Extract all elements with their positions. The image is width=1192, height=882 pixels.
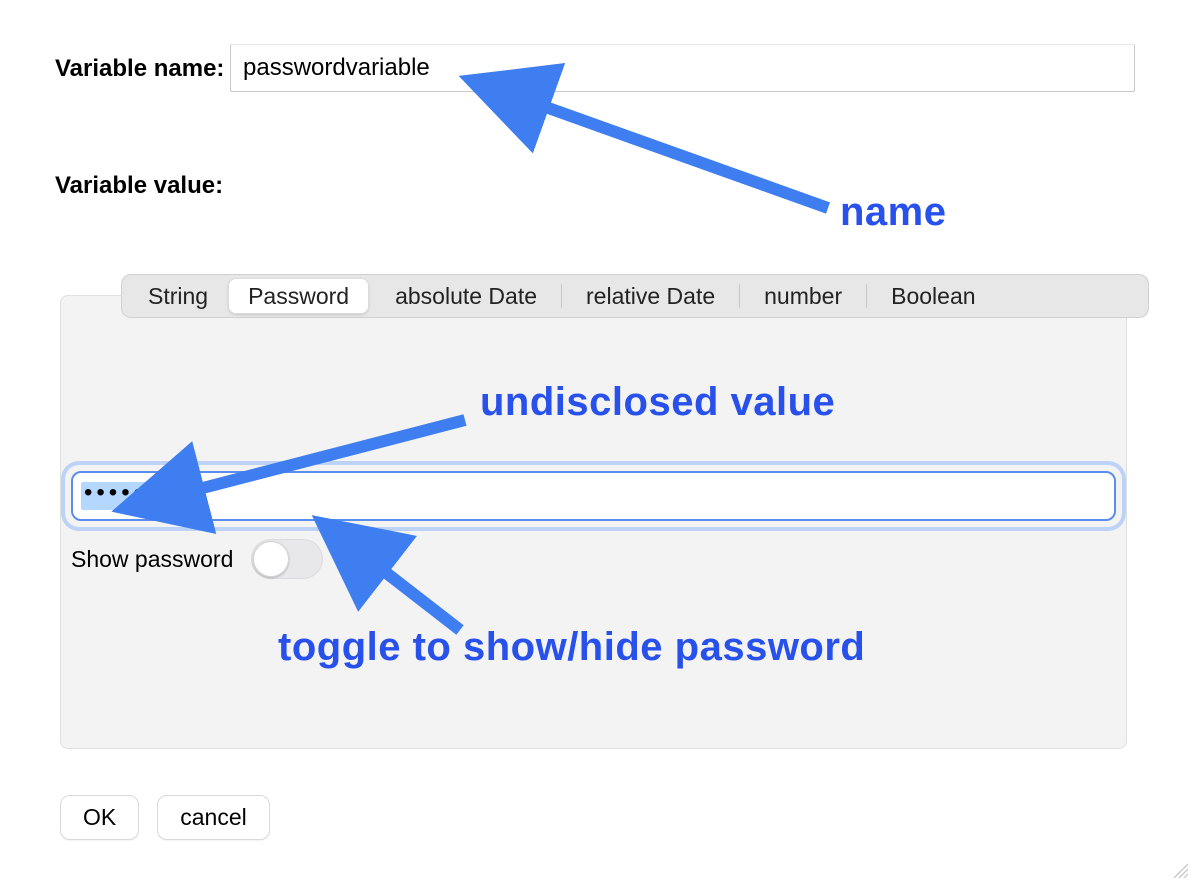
annotation-name: name xyxy=(840,190,947,235)
ok-button[interactable]: OK xyxy=(60,795,139,840)
tab-separator xyxy=(866,284,867,308)
value-type-panel: StringPasswordabsolute Daterelative Date… xyxy=(60,295,1127,749)
tab-absolute-date[interactable]: absolute Date xyxy=(375,278,557,314)
tab-boolean[interactable]: Boolean xyxy=(871,278,995,314)
annotation-value: undisclosed value xyxy=(480,380,835,425)
dialog-footer: OK cancel xyxy=(60,795,270,840)
value-type-tabbar: StringPasswordabsolute Daterelative Date… xyxy=(121,274,1149,318)
show-password-toggle[interactable] xyxy=(251,539,323,579)
password-input[interactable]: ••••• xyxy=(71,471,1116,521)
tab-separator xyxy=(561,284,562,308)
variable-name-input[interactable] xyxy=(230,44,1135,92)
tab-separator xyxy=(739,284,740,308)
tab-string[interactable]: String xyxy=(128,278,228,314)
password-field-wrap: ••••• xyxy=(71,471,1116,521)
tab-relative-date[interactable]: relative Date xyxy=(566,278,735,314)
dialog-root: Variable name: Variable value: StringPas… xyxy=(0,0,1192,882)
annotation-toggle: toggle to show/hide password xyxy=(278,625,865,670)
variable-name-label: Variable name: xyxy=(55,55,224,83)
toggle-knob xyxy=(253,541,289,577)
cancel-button[interactable]: cancel xyxy=(157,795,269,840)
show-password-label: Show password xyxy=(71,546,233,573)
show-password-row: Show password xyxy=(71,539,323,579)
password-selected-text: ••••• xyxy=(81,482,149,510)
tab-password[interactable]: Password xyxy=(228,278,369,314)
variable-value-label: Variable value: xyxy=(55,172,223,200)
resize-grip-icon xyxy=(1170,860,1188,878)
tab-number[interactable]: number xyxy=(744,278,862,314)
